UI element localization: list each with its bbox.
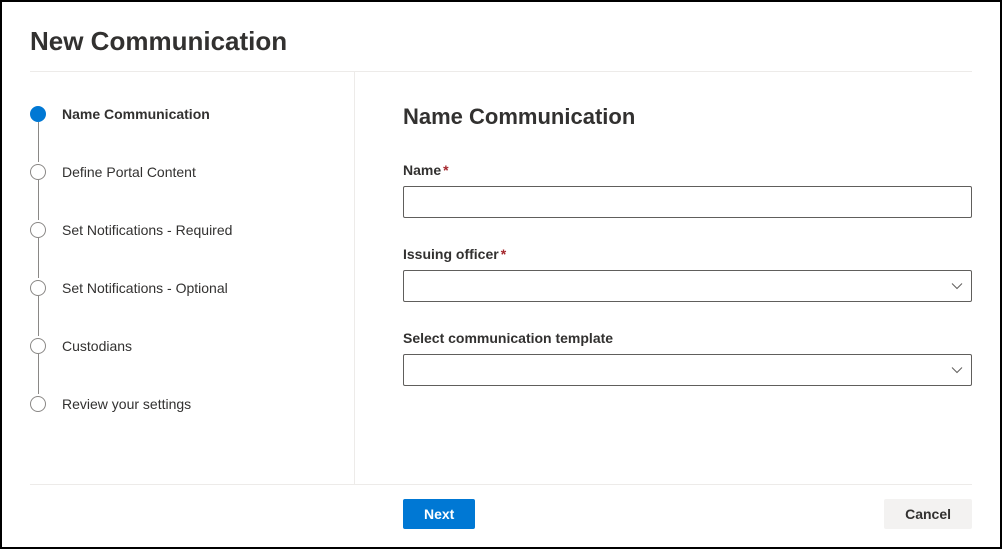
step-circle-icon [30,106,46,122]
field-template: Select communication template [403,330,972,386]
template-label: Select communication template [403,330,972,346]
step-circle-icon [30,222,46,238]
wizard-step-2[interactable]: Set Notifications - Required [30,220,354,240]
field-name: Name* [403,162,972,218]
step-connector [38,122,39,162]
step-label: Define Portal Content [62,164,196,180]
panel-heading: Name Communication [403,104,972,130]
step-circle-icon [30,396,46,412]
issuing-officer-dropdown[interactable] [403,270,972,302]
template-dropdown[interactable] [403,354,972,386]
required-asterisk: * [443,162,448,178]
issuing-officer-label: Issuing officer* [403,246,972,262]
chevron-down-icon [951,364,963,376]
step-connector [38,180,39,220]
page-title: New Communication [30,26,972,72]
step-label: Set Notifications - Optional [62,280,228,296]
chevron-down-icon [951,280,963,292]
step-connector [38,296,39,336]
step-label: Custodians [62,338,132,354]
name-label: Name* [403,162,972,178]
step-circle-icon [30,280,46,296]
step-connector [38,238,39,278]
step-label: Review your settings [62,396,191,412]
wizard-steps-nav: Name Communication Define Portal Content S… [30,72,355,484]
name-input[interactable] [403,186,972,218]
step-label: Name Communication [62,106,210,122]
wizard-step-0[interactable]: Name Communication [30,104,354,124]
step-connector [38,354,39,394]
cancel-button[interactable]: Cancel [884,499,972,529]
step-circle-icon [30,164,46,180]
next-button[interactable]: Next [403,499,475,529]
wizard-footer: Next Cancel [30,484,972,547]
wizard-step-4[interactable]: Custodians [30,336,354,356]
step-circle-icon [30,338,46,354]
wizard-step-5[interactable]: Review your settings [30,394,354,414]
field-issuing-officer: Issuing officer* [403,246,972,302]
wizard-step-1[interactable]: Define Portal Content [30,162,354,182]
required-asterisk: * [501,246,506,262]
main-panel: Name Communication Name* Issuing officer… [355,72,972,484]
step-label: Set Notifications - Required [62,222,232,238]
wizard-step-3[interactable]: Set Notifications - Optional [30,278,354,298]
